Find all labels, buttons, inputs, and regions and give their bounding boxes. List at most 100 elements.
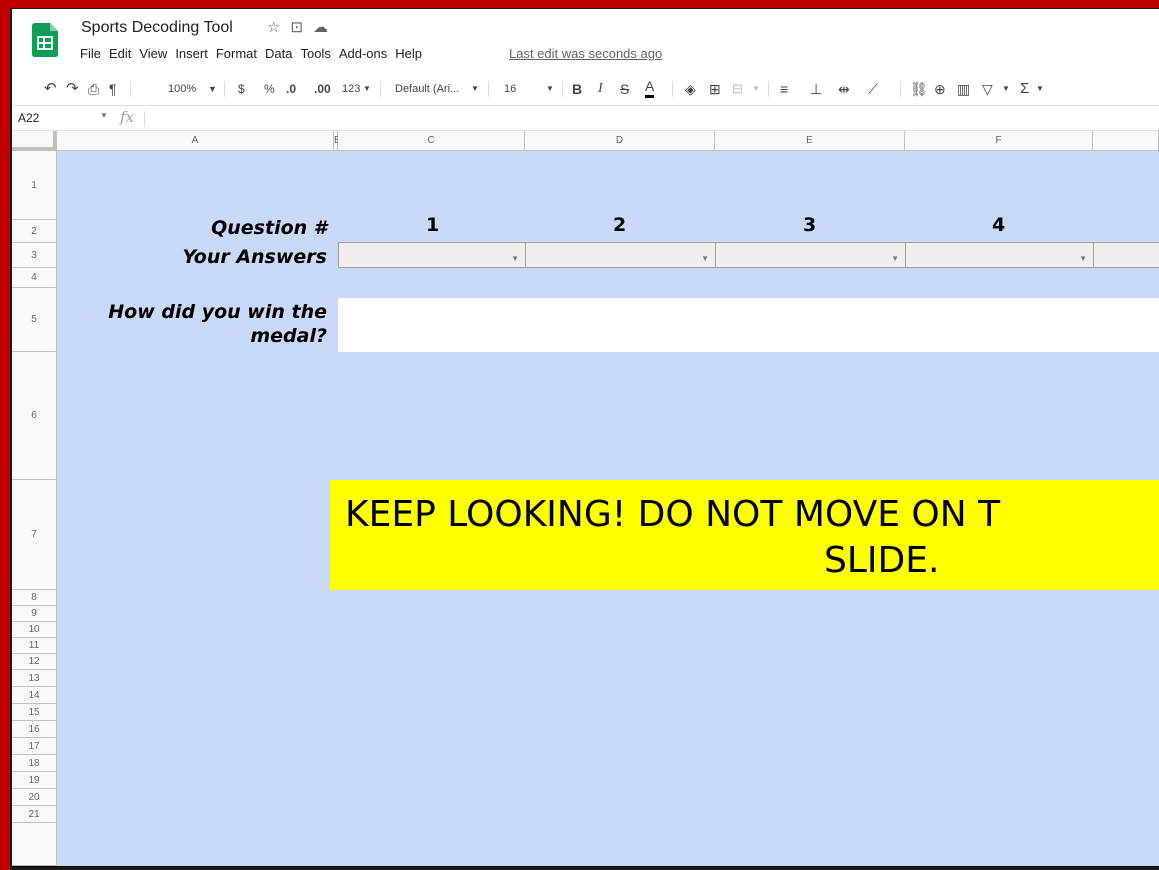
decrease-decimal-button[interactable]: .0 bbox=[286, 73, 296, 105]
row-header-13[interactable]: 13 bbox=[12, 670, 57, 687]
formula-input[interactable] bbox=[152, 108, 1152, 130]
redo-icon[interactable]: ↷ bbox=[66, 73, 79, 105]
star-icon[interactable]: ☆ bbox=[267, 19, 290, 36]
column-header-f[interactable]: F bbox=[905, 131, 1093, 151]
sheets-app: Sports Decoding Tool ☆⊡☁ File Edit View … bbox=[12, 9, 1159, 867]
menu-data[interactable]: Data bbox=[265, 46, 292, 61]
text-color-button[interactable]: A bbox=[645, 73, 655, 98]
column-header-a[interactable]: A bbox=[57, 131, 334, 151]
print-icon[interactable]: ⎙ bbox=[88, 73, 99, 105]
toolbar-divider bbox=[224, 81, 225, 97]
menu-help[interactable]: Help bbox=[395, 46, 422, 61]
zoom-select[interactable]: 100% bbox=[168, 73, 196, 105]
paint-format-icon[interactable]: ¶ bbox=[109, 73, 117, 105]
column-header-c[interactable]: C bbox=[338, 131, 525, 151]
chevron-down-icon[interactable]: ▼ bbox=[511, 254, 519, 263]
filter-icon[interactable]: ▽ bbox=[982, 73, 993, 105]
answer-dropdown-4[interactable]: ▼ bbox=[905, 242, 1094, 268]
move-to-folder-icon[interactable]: ⊡ bbox=[290, 19, 313, 36]
currency-button[interactable]: $ bbox=[238, 73, 245, 105]
row-header-8[interactable]: 8 bbox=[12, 590, 57, 606]
zoom-dropdown-icon[interactable]: ▼ bbox=[208, 73, 217, 105]
menu-file[interactable]: File bbox=[80, 46, 101, 61]
row-header-19[interactable]: 19 bbox=[12, 772, 57, 789]
row-header-17[interactable]: 17 bbox=[12, 738, 57, 755]
row-header-16[interactable]: 16 bbox=[12, 721, 57, 738]
formula-divider bbox=[144, 111, 145, 127]
sheets-logo-icon[interactable] bbox=[32, 23, 58, 57]
percent-button[interactable]: % bbox=[264, 73, 275, 105]
menu-view[interactable]: View bbox=[139, 46, 167, 61]
row-header-6[interactable]: 6 bbox=[12, 352, 57, 480]
column-header-d[interactable]: D bbox=[525, 131, 715, 151]
font-size-dropdown-icon[interactable]: ▼ bbox=[546, 73, 554, 105]
strikethrough-button[interactable]: S bbox=[620, 73, 629, 105]
row-header-7[interactable]: 7 bbox=[12, 480, 57, 590]
banner-line2: SLIDE. bbox=[824, 540, 940, 581]
functions-dropdown-icon[interactable]: ▼ bbox=[1036, 73, 1044, 105]
font-dropdown-icon[interactable]: ▼ bbox=[471, 73, 479, 105]
merge-dropdown-icon[interactable]: ▼ bbox=[752, 73, 760, 105]
menu-edit[interactable]: Edit bbox=[109, 46, 131, 61]
row-header-10[interactable]: 10 bbox=[12, 622, 57, 638]
name-box-dropdown-icon[interactable]: ▼ bbox=[100, 111, 108, 120]
more-formats-button[interactable]: 123 bbox=[342, 73, 360, 105]
row-header-1[interactable]: 1 bbox=[12, 151, 57, 220]
functions-button[interactable]: Σ bbox=[1020, 73, 1029, 105]
vertical-align-icon[interactable]: ⊥ bbox=[810, 73, 822, 105]
bold-button[interactable]: B bbox=[572, 73, 582, 105]
answer-dropdown-5[interactable] bbox=[1093, 242, 1159, 268]
select-all-corner[interactable] bbox=[12, 131, 57, 151]
borders-icon[interactable]: ⊞ bbox=[709, 73, 721, 105]
horizontal-align-icon[interactable]: ≡ bbox=[780, 73, 788, 105]
cloud-status-icon[interactable]: ☁ bbox=[313, 19, 338, 36]
menu-insert[interactable]: Insert bbox=[175, 46, 208, 61]
more-formats-dropdown-icon[interactable]: ▼ bbox=[363, 73, 371, 105]
font-size-select[interactable]: 16 bbox=[504, 73, 516, 105]
row-header-11[interactable]: 11 bbox=[12, 638, 57, 654]
question-number-label: Question # bbox=[211, 217, 327, 239]
menu-addons[interactable]: Add-ons bbox=[339, 46, 387, 61]
menu-format[interactable]: Format bbox=[216, 46, 257, 61]
chevron-down-icon[interactable]: ▼ bbox=[1079, 254, 1087, 263]
row-header-18[interactable]: 18 bbox=[12, 755, 57, 772]
merge-cells-icon[interactable]: ⊟ bbox=[732, 73, 743, 105]
row-header-14[interactable]: 14 bbox=[12, 687, 57, 704]
last-edit-link[interactable]: Last edit was seconds ago bbox=[509, 46, 662, 61]
menu-tools[interactable]: Tools bbox=[300, 46, 330, 61]
answer-dropdown-1[interactable]: ▼ bbox=[338, 242, 526, 268]
fill-color-icon[interactable]: ◈ bbox=[685, 73, 696, 105]
row-header-15[interactable]: 15 bbox=[12, 704, 57, 721]
name-box[interactable]: A22 bbox=[18, 111, 39, 125]
row-header-filler bbox=[12, 823, 57, 866]
italic-button[interactable]: I bbox=[598, 73, 603, 105]
row-header-3[interactable]: 3 bbox=[12, 243, 57, 268]
row-header-5[interactable]: 5 bbox=[12, 288, 57, 352]
row-header-4[interactable]: 4 bbox=[12, 268, 57, 288]
insert-chart-icon[interactable]: ▥ bbox=[957, 73, 970, 105]
answer-dropdown-3[interactable]: ▼ bbox=[715, 242, 906, 268]
filter-dropdown-icon[interactable]: ▼ bbox=[1002, 73, 1010, 105]
toolbar-divider bbox=[130, 81, 131, 97]
row-header-21[interactable]: 21 bbox=[12, 806, 57, 823]
answer-dropdown-2[interactable]: ▼ bbox=[525, 242, 716, 268]
undo-icon[interactable]: ↶ bbox=[44, 73, 57, 105]
document-title[interactable]: Sports Decoding Tool bbox=[81, 19, 233, 37]
increase-decimal-button[interactable]: .00 bbox=[314, 73, 331, 105]
chevron-down-icon[interactable]: ▼ bbox=[891, 254, 899, 263]
row-header-12[interactable]: 12 bbox=[12, 654, 57, 670]
question-number-2: 2 bbox=[613, 214, 627, 236]
text-wrapping-icon[interactable]: ⇹ bbox=[838, 73, 850, 105]
font-select[interactable]: Default (Ari... bbox=[395, 73, 459, 105]
text-rotation-icon[interactable]: ⟋ bbox=[868, 73, 878, 105]
keep-looking-banner: KEEP LOOKING! DO NOT MOVE ON T SLIDE. bbox=[330, 480, 1159, 590]
insert-comment-icon[interactable]: ⊕ bbox=[934, 73, 946, 105]
insert-link-icon[interactable]: ⛓ bbox=[910, 73, 928, 105]
chevron-down-icon[interactable]: ▼ bbox=[701, 254, 709, 263]
medal-answer-input[interactable] bbox=[338, 298, 1159, 352]
row-header-9[interactable]: 9 bbox=[12, 606, 57, 622]
row-header-20[interactable]: 20 bbox=[12, 789, 57, 806]
row-header-2[interactable]: 2 bbox=[12, 220, 57, 243]
column-header-e[interactable]: E bbox=[715, 131, 905, 151]
column-header-g[interactable] bbox=[1093, 131, 1159, 151]
